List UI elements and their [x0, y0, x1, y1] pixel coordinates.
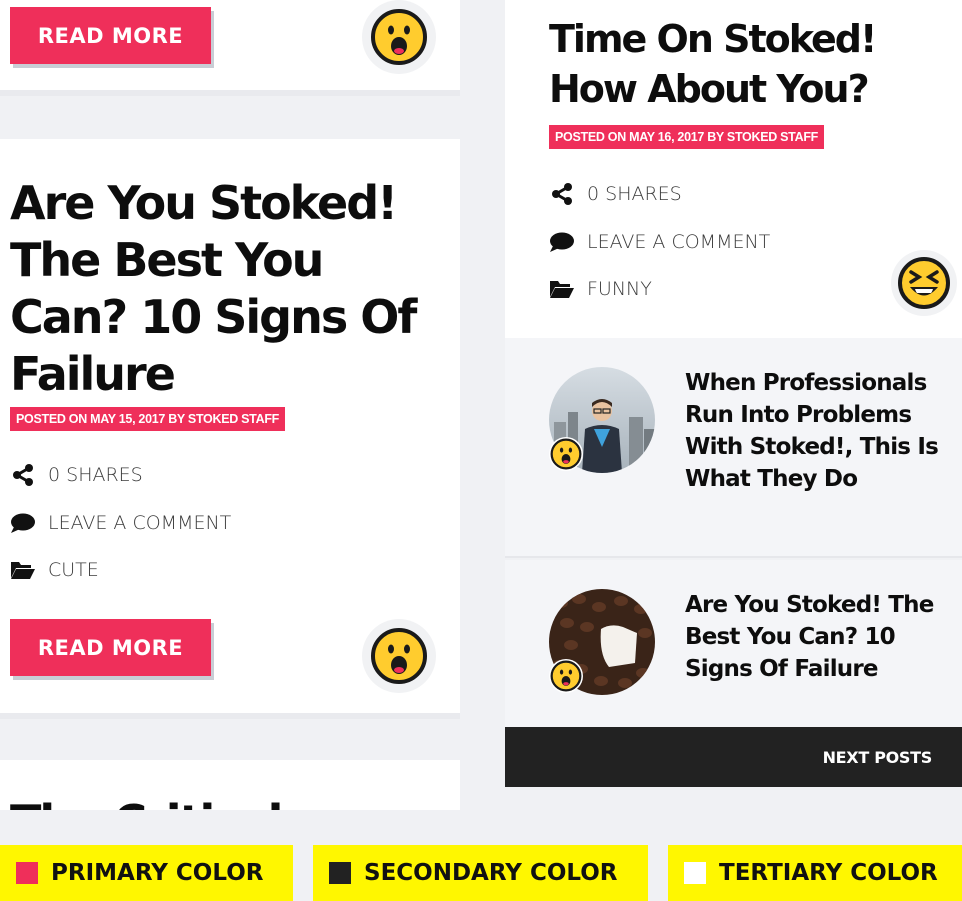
reaction-badge: [549, 437, 583, 471]
reaction-button[interactable]: [362, 619, 436, 693]
shares-count: 0 SHARES: [48, 464, 143, 486]
post-title-line: Are You Stoked!: [10, 176, 398, 230]
posted-meta-badge[interactable]: POSTED ON MAY 16, 2017 BY STOKED STAFF: [549, 125, 824, 149]
legend-primary-color: PRIMARY COLOR: [0, 845, 293, 901]
post-title[interactable]: Time On Stoked! How About You?: [549, 14, 959, 114]
shares-link[interactable]: 0 SHARES: [549, 183, 682, 205]
related-post[interactable]: Are You Stoked! The Best You Can? 10 Sig…: [505, 560, 962, 727]
surprised-face-icon: [550, 660, 582, 692]
post-title-line: Time On Stoked!: [549, 17, 877, 61]
post-title-line: The Best You: [10, 233, 324, 287]
legend-label: TERTIARY COLOR: [719, 860, 938, 886]
legend-secondary-color: SECONDARY COLOR: [313, 845, 648, 901]
related-post-title[interactable]: Are You Stoked! The Best You Can? 10 Sig…: [685, 589, 945, 685]
comment-link[interactable]: LEAVE A COMMENT: [10, 512, 231, 534]
post-card: Are You Stoked! The Best You Can? 10 Sig…: [0, 139, 460, 719]
related-post-title[interactable]: When Professionals Run Into Problems Wit…: [685, 367, 945, 495]
post-title-line: How About You?: [549, 67, 870, 111]
surprised-face-icon: [371, 9, 427, 65]
comment-icon: [10, 512, 36, 534]
comment-link[interactable]: LEAVE A COMMENT: [549, 231, 770, 253]
legend-tertiary-color: TERTIARY COLOR: [668, 845, 962, 901]
surprised-face-icon: [371, 628, 427, 684]
legend-label: PRIMARY COLOR: [51, 860, 264, 886]
comment-label: LEAVE A COMMENT: [587, 231, 771, 253]
share-icon: [10, 464, 36, 486]
primary-color-swatch: [16, 862, 38, 884]
secondary-color-swatch: [329, 862, 351, 884]
next-posts-label: NEXT POSTS: [822, 747, 933, 767]
post-title[interactable]: Are You Stoked! The Best You Can? 10 Sig…: [10, 175, 460, 403]
post-title-line: Can? 10 Signs Of: [10, 290, 417, 344]
reaction-button[interactable]: [362, 0, 436, 74]
page: READ MORE Are You Stoked! The Best You C…: [0, 0, 962, 901]
posted-meta-badge[interactable]: POSTED ON MAY 15, 2017 BY STOKED STAFF: [10, 407, 285, 431]
tertiary-color-swatch: [684, 862, 706, 884]
category-label: FUNNY: [587, 278, 652, 300]
category-link[interactable]: CUTE: [10, 559, 99, 581]
next-posts-bar[interactable]: NEXT POSTS: [505, 727, 962, 787]
post-card-next: The Critical: [0, 760, 460, 810]
folder-open-icon: [549, 279, 575, 299]
reaction-badge: [549, 659, 583, 693]
shares-count: 0 SHARES: [587, 183, 682, 205]
post-card: Time On Stoked! How About You? POSTED ON…: [505, 0, 962, 338]
post-title-line: Failure: [10, 347, 176, 401]
related-post[interactable]: When Professionals Run Into Problems Wit…: [505, 338, 962, 558]
laughing-face-icon: [898, 257, 950, 309]
shares-link[interactable]: 0 SHARES: [10, 464, 143, 486]
legend-label: SECONDARY COLOR: [364, 860, 618, 886]
share-icon: [549, 183, 575, 205]
category-label: CUTE: [48, 559, 99, 581]
comment-icon: [549, 231, 575, 253]
category-link[interactable]: FUNNY: [549, 278, 652, 300]
read-more-button[interactable]: READ MORE: [10, 7, 211, 64]
reaction-button[interactable]: [891, 250, 957, 316]
post-card-previous: READ MORE: [0, 0, 460, 96]
read-more-button[interactable]: READ MORE: [10, 619, 211, 676]
post-title[interactable]: The Critical: [10, 794, 283, 810]
surprised-face-icon: [550, 438, 582, 470]
comment-label: LEAVE A COMMENT: [48, 512, 232, 534]
folder-open-icon: [10, 560, 36, 580]
